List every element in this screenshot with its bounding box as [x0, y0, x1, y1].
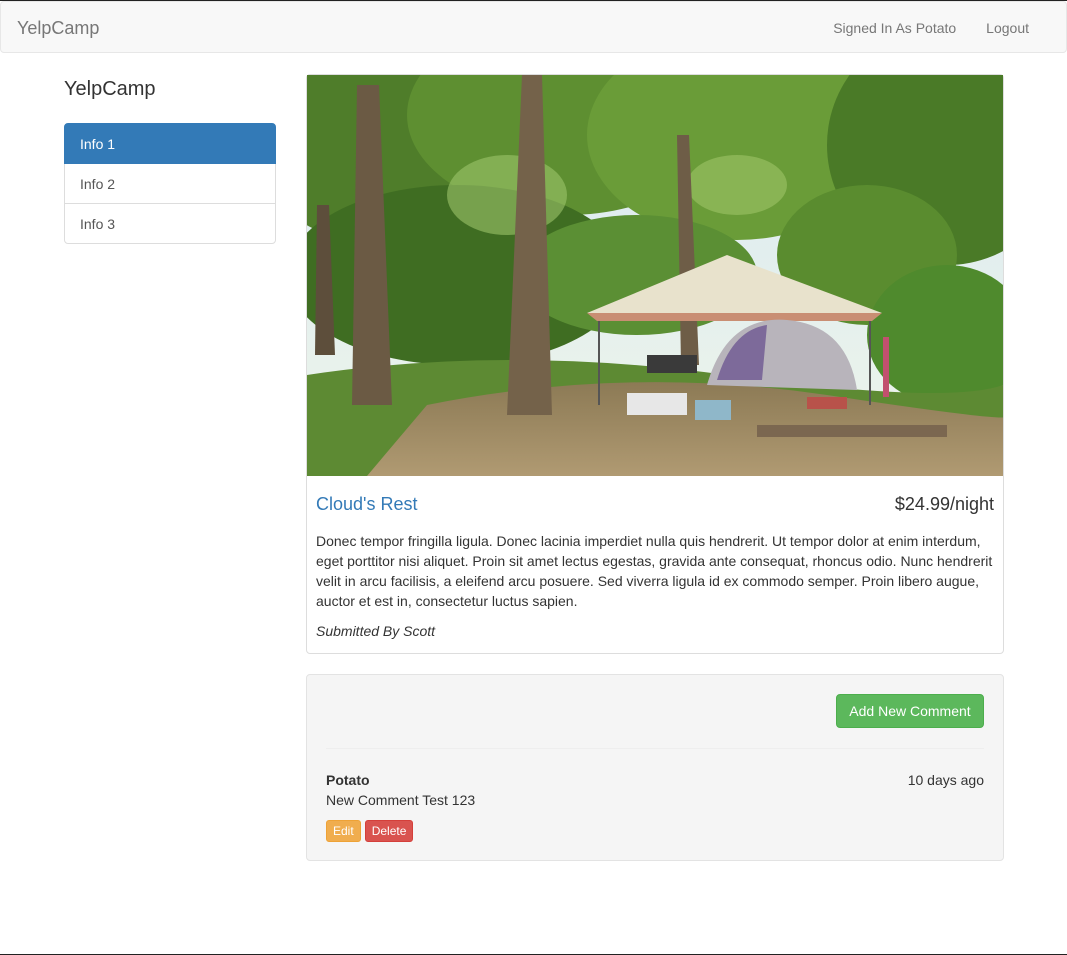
sidebar-title: YelpCamp	[64, 78, 156, 100]
sidebar-list: Info 1 Info 2 Info 3	[64, 123, 276, 244]
navbar: YelpCamp Signed In As Potato Logout	[0, 1, 1067, 53]
campsite-illustration	[307, 75, 1003, 476]
edit-comment-button[interactable]: Edit	[326, 820, 361, 842]
campground-description: Donec tempor fringilla ligula. Donec lac…	[316, 533, 993, 609]
campground-card: Cloud's Rest $24.99/night Donec tempor f…	[306, 74, 1004, 654]
comment-actions: Edit Delete	[326, 820, 984, 842]
sidebar-item-info-2[interactable]: Info 2	[64, 163, 276, 204]
delete-comment-button[interactable]: Delete	[364, 820, 414, 842]
comments-panel: Add New Comment Potato 10 days ago New C…	[306, 674, 1004, 861]
caption-header: Cloud's Rest $24.99/night	[316, 493, 994, 519]
comment-author: Potato	[326, 772, 370, 788]
navbar-brand[interactable]: YelpCamp	[17, 18, 99, 38]
campground-name[interactable]: Cloud's Rest	[316, 493, 417, 515]
submitted-by: Submitted By Scott	[316, 623, 436, 639]
sidebar-item-info-3[interactable]: Info 3	[64, 203, 276, 244]
comments-divider	[326, 748, 984, 749]
comment-item: Potato 10 days ago New Comment Test 123 …	[326, 770, 984, 842]
signed-in-link[interactable]: Signed In As Potato	[818, 2, 971, 54]
comment-time: 10 days ago	[907, 772, 984, 788]
campsite-photo	[307, 75, 1003, 476]
add-comment-button[interactable]: Add New Comment	[836, 694, 984, 728]
campground-price: $24.99/night	[894, 494, 994, 514]
comment-text: New Comment Test 123	[326, 792, 476, 808]
sidebar-item-info-1[interactable]: Info 1	[64, 123, 276, 164]
navbar-right: Signed In As Potato Logout	[818, 2, 1066, 54]
logout-link[interactable]: Logout	[971, 2, 1066, 54]
page: YelpCamp Signed In As Potato Logout Yelp…	[0, 0, 1067, 955]
campground-caption: Cloud's Rest $24.99/night Donec tempor f…	[316, 493, 994, 641]
sidebar: YelpCamp Info 1 Info 2 Info 3	[64, 75, 276, 244]
